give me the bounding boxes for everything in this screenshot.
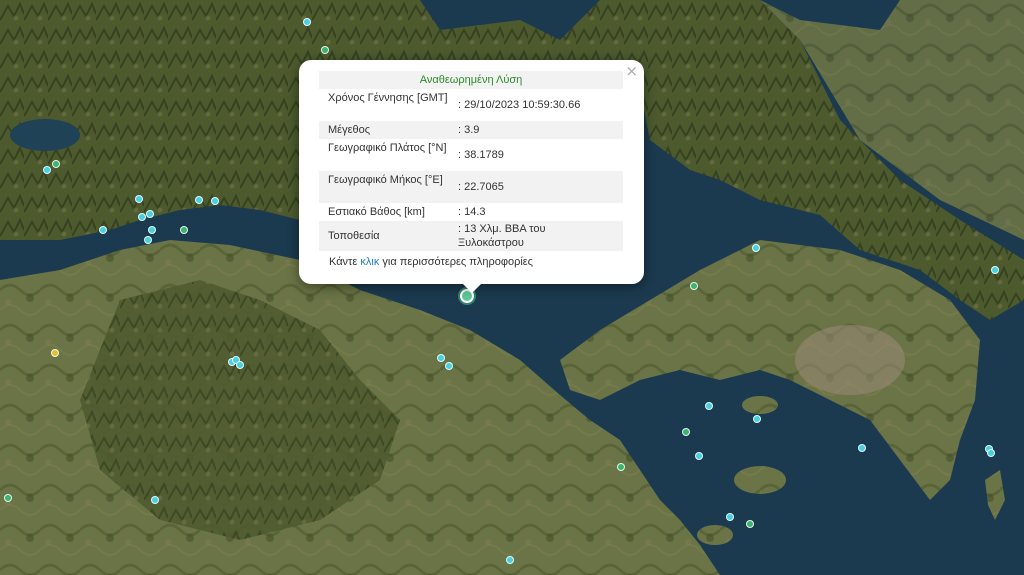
lake <box>10 119 80 151</box>
row-value: : 14.3 <box>458 206 486 218</box>
row-value: : 3.9 <box>458 124 480 136</box>
earthquake-marker[interactable] <box>726 513 734 521</box>
origin-time-row: Χρόνος Γέννησης [GMT] : 29/10/2023 10:59… <box>319 89 623 121</box>
close-icon[interactable]: × <box>625 63 638 79</box>
earthquake-marker[interactable] <box>690 282 698 290</box>
earthquake-marker[interactable] <box>43 166 51 174</box>
row-value: : 29/10/2023 10:59:30.66 <box>458 99 581 111</box>
earthquake-marker[interactable] <box>858 444 866 452</box>
row-value: : 38.1789 <box>458 149 504 161</box>
row-value: : 22.7065 <box>458 181 504 193</box>
earthquake-marker[interactable] <box>236 361 244 369</box>
urban-area <box>795 325 905 395</box>
island <box>734 466 786 494</box>
earthquake-marker[interactable] <box>135 195 143 203</box>
earthquake-marker[interactable] <box>445 362 453 370</box>
more-info-text: Κάντε κλικ για περισσότερες πληροφορίες <box>329 256 533 268</box>
row-label: Χρόνος Γέννησης [GMT] <box>328 92 448 104</box>
popup-details-table: Χρόνος Γέννησης [GMT] : 29/10/2023 10:59… <box>319 89 623 251</box>
earthquake-marker[interactable] <box>52 160 60 168</box>
earthquake-marker[interactable] <box>991 266 999 274</box>
earthquake-marker[interactable] <box>746 520 754 528</box>
earthquake-marker[interactable] <box>148 226 156 234</box>
earthquake-marker[interactable] <box>617 463 625 471</box>
more-info-link[interactable]: κλικ <box>360 256 379 268</box>
popup-title: Αναθεωρημένη Λύση <box>319 71 623 89</box>
earthquake-marker[interactable] <box>506 556 514 564</box>
earthquake-marker[interactable] <box>211 197 219 205</box>
earthquake-marker[interactable] <box>151 496 159 504</box>
earthquake-marker[interactable] <box>303 18 311 26</box>
earthquake-marker[interactable] <box>138 213 146 221</box>
row-label: Εστιακό Βάθος [km] <box>328 206 425 218</box>
earthquake-marker[interactable] <box>753 415 761 423</box>
row-value: : 13 Χλμ. ΒΒΑ του Ξυλοκάστρου <box>458 223 546 249</box>
magnitude-row: Μέγεθος : 3.9 <box>319 121 623 139</box>
island <box>742 396 778 414</box>
earthquake-marker[interactable] <box>321 46 329 54</box>
earthquake-marker[interactable] <box>682 428 690 436</box>
row-label: Μέγεθος <box>328 124 371 136</box>
earthquake-marker[interactable] <box>144 236 152 244</box>
earthquake-marker[interactable] <box>180 226 188 234</box>
depth-row: Εστιακό Βάθος [km] : 14.3 <box>319 203 623 221</box>
island <box>697 525 733 545</box>
earthquake-marker[interactable] <box>51 349 59 357</box>
earthquake-marker[interactable] <box>99 226 107 234</box>
earthquake-marker[interactable] <box>705 402 713 410</box>
row-label: Γεωγραφικό Πλάτος [°N] <box>328 142 447 154</box>
earthquake-marker[interactable] <box>195 196 203 204</box>
earthquake-marker[interactable] <box>4 494 12 502</box>
earthquake-popup: × Αναθεωρημένη Λύση Χρόνος Γέννησης [GMT… <box>299 60 644 284</box>
earthquake-marker[interactable] <box>987 449 995 457</box>
earthquake-marker[interactable] <box>437 354 445 362</box>
row-label: Τοποθεσία <box>328 230 380 242</box>
popup-pointer <box>462 283 482 293</box>
more-info-prefix: Κάντε <box>329 256 361 268</box>
latitude-row: Γεωγραφικό Πλάτος [°N] : 38.1789 <box>319 139 623 171</box>
earthquake-marker[interactable] <box>695 452 703 460</box>
location-row: Τοποθεσία : 13 Χλμ. ΒΒΑ του Ξυλοκάστρου <box>319 221 623 251</box>
more-info-suffix: για περισσότερες πληροφορίες <box>379 256 533 268</box>
longitude-row: Γεωγραφικό Μήκος [°E] : 22.7065 <box>319 171 623 203</box>
earthquake-marker[interactable] <box>752 244 760 252</box>
row-label: Γεωγραφικό Μήκος [°E] <box>328 174 443 186</box>
earthquake-marker[interactable] <box>146 210 154 218</box>
